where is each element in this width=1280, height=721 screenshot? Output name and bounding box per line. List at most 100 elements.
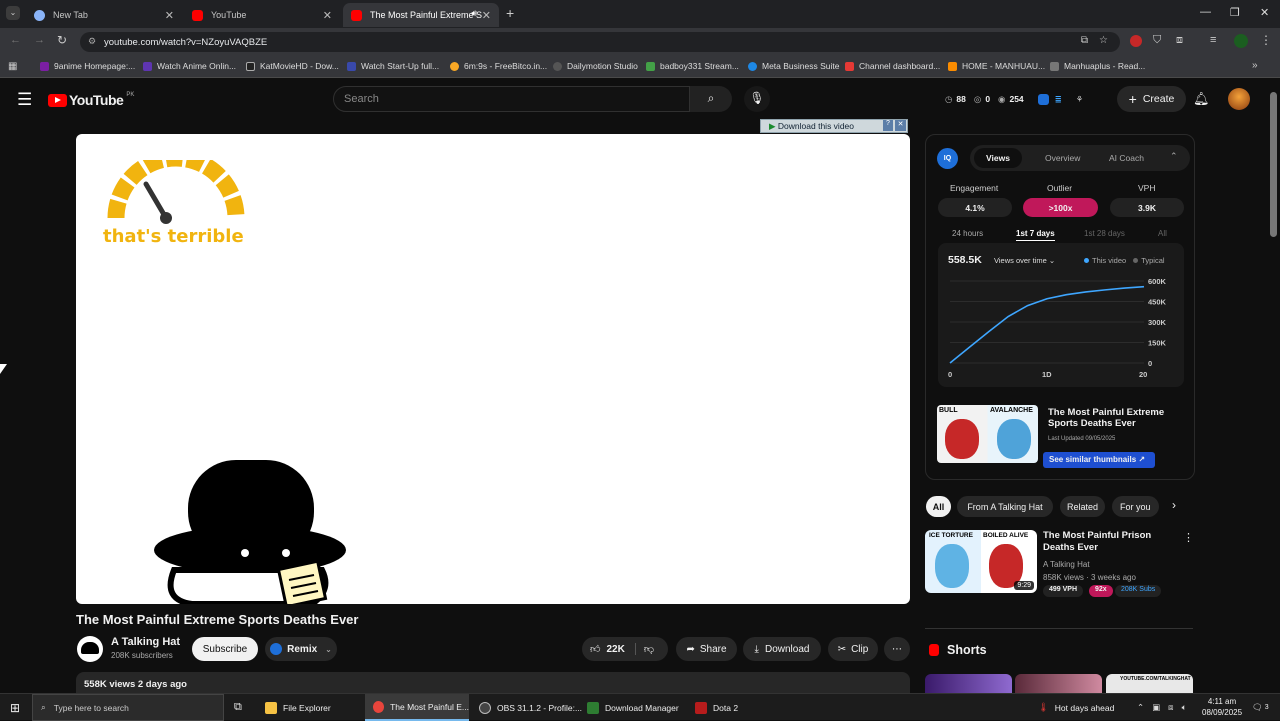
extension-icon[interactable] [1130,35,1142,47]
video-thumbnail[interactable]: BULL AVALANCHE [937,405,1038,463]
reload-icon[interactable]: ↻ [57,33,67,47]
system-tray[interactable]: ⌃ ▣ ⧈ 🔈︎ [1137,694,1187,721]
tab-youtube[interactable]: YouTube ✕ [184,3,340,27]
download-this-video-bar[interactable]: ▶ Download this video ? ✕ [760,119,908,133]
close-icon[interactable]: ✕ [482,9,491,22]
back-icon[interactable]: ← [10,34,21,46]
taskbar-search-box[interactable]: ⌕ Type here to search [32,694,224,721]
help-icon[interactable]: ? [883,120,893,131]
close-window-icon[interactable]: ✕ [1260,6,1269,19]
page-scrollbar[interactable] [1270,92,1277,237]
tab-new-tab[interactable]: New Tab ✕ [26,3,182,27]
download-button[interactable]: ⤓ Download [743,637,821,661]
recommended-channel[interactable]: A Talking Hat [1043,560,1090,569]
taskbar-app-file-explorer[interactable]: File Explorer [265,694,331,721]
bookmark-star-icon[interactable]: ☆ [1099,35,1108,46]
close-icon[interactable]: ✕ [895,120,906,131]
profile-avatar[interactable] [1234,34,1248,48]
clip-button[interactable]: ✂ Clip [828,637,878,661]
chip-all[interactable]: All [926,496,951,517]
youtube-logo[interactable]: YouTube PK [48,92,134,108]
more-actions-button[interactable]: ⋯ [884,637,910,661]
bookmark-item[interactable]: Manhuaplus - Read... [1050,61,1145,71]
close-icon[interactable]: ✕ [323,9,332,22]
url-field[interactable]: ⚙ youtube.com/watch?v=NZoyuVAQBZE ⧉ ☆ [80,32,1120,52]
notifications-bell-icon[interactable]: 🔔︎ [1193,91,1210,107]
chip-from-channel[interactable]: From A Talking Hat [957,496,1053,517]
apps-grid-icon[interactable]: ▦ [8,61,17,72]
channel-avatar[interactable] [77,636,103,662]
puzzle-icon[interactable]: ⧈ [1176,34,1183,47]
clock[interactable]: 4:11 am 08/09/2025 [1202,696,1242,718]
legend-typical: Typical [1141,256,1165,265]
restore-icon[interactable]: ❐ [1230,6,1240,19]
bookmark-item[interactable]: badboy331 Stream... [646,61,739,71]
bookmark-item[interactable]: Watch Start-Up full... [347,61,439,71]
see-similar-thumbnails-button[interactable]: See similar thumbnails ↗ [1043,452,1155,468]
new-tab-icon[interactable]: + [506,5,514,21]
range-1st-7-days[interactable]: 1st 7 days [1016,229,1055,241]
range-24-hours[interactable]: 24 hours [952,229,983,238]
minimize-icon[interactable]: — [1200,6,1211,18]
taskbar-app-dota[interactable]: Dota 2 [695,694,738,721]
recommended-thumbnail[interactable]: ICE TORTURE BOILED ALIVE 9:29 [925,530,1037,593]
y-tick-label: 150K [1148,339,1167,348]
tab-ai-coach[interactable]: AI Coach [1109,153,1144,163]
chip-related[interactable]: Related [1060,496,1105,517]
bookmark-item[interactable]: HOME - MANHUAU... [948,61,1045,71]
chip-for-you[interactable]: For you [1112,496,1159,517]
task-view-icon[interactable]: ⧉ [234,694,242,721]
forward-icon[interactable]: → [34,34,45,46]
views-over-time-dropdown[interactable]: Views over time ⌄ [994,256,1055,265]
dislike-icon[interactable]: 👎︎ [634,643,654,655]
channel-name[interactable]: A Talking Hat [111,636,180,648]
more-bookmarks-icon[interactable]: » [1252,60,1258,71]
notifications-icon[interactable]: 🗨︎ 3 [1252,694,1269,721]
cast-icon[interactable]: ⧉ [1081,35,1088,46]
taskbar-app-obs[interactable]: OBS 31.1.2 - Profile:... [479,694,582,721]
video-player[interactable]: that's terrible [76,134,910,604]
shield-icon[interactable]: ⛉ [1153,34,1161,47]
windows-start-icon[interactable]: ⊞ [10,694,20,721]
create-button[interactable]: + Create [1117,86,1186,112]
kebab-menu-icon[interactable]: ⋮ [1260,33,1272,47]
tab-search-icon[interactable]: ⌄ [6,6,20,20]
hamburger-menu-icon[interactable]: ☰ [17,90,32,110]
taskbar-app-chrome[interactable]: The Most Painful E... [365,694,469,721]
tab-video[interactable]: The Most Painful Extreme S 🔊︎ ✕ [343,3,499,27]
bookmark-item[interactable]: 6m:9s - FreeBitco.in... [450,61,547,71]
tab-overview[interactable]: Overview [1045,153,1080,163]
user-avatar[interactable] [1228,88,1250,110]
range-1st-28-days[interactable]: 1st 28 days [1084,229,1125,238]
stat-value: 0 [985,94,991,104]
chevron-down-icon: ⌄ [1048,256,1056,265]
menu-list-icon[interactable]: ≡ [1210,34,1216,46]
more-vertical-icon[interactable]: ⋮ [1183,531,1194,544]
subscribe-button[interactable]: Subscribe [192,637,258,661]
chevron-right-icon[interactable]: › [1172,498,1176,512]
voice-search-button[interactable]: 🎙︎ [744,86,770,112]
like-icon[interactable]: 👍︎ [590,643,600,655]
tab-label: YouTube [211,10,247,20]
bookmark-item[interactable]: Watch Anime Onlin... [143,61,236,71]
search-button[interactable]: ⌕ [690,86,732,112]
weather-widget[interactable]: 🌡︎ Hot days ahead [1038,694,1114,721]
bookmark-item[interactable]: KatMovieHD - Dow... [246,61,339,71]
app-label: Dota 2 [713,702,739,713]
tab-views[interactable]: Views [974,148,1022,168]
share-button[interactable]: ➦ Share [676,637,737,661]
recommended-title[interactable]: The Most Painful Prison Deaths Ever [1043,530,1178,554]
search-input[interactable]: Search [333,86,690,112]
bookmark-item[interactable]: 9anime Homepage:... [40,61,135,71]
duration-badge: 9:29 [1014,581,1034,590]
collapse-icon[interactable]: ⌃ [1170,151,1178,162]
close-icon[interactable]: ✕ [165,9,174,22]
bookmark-item[interactable]: Meta Business Suite [748,61,839,71]
range-all[interactable]: All [1158,229,1167,238]
site-info-icon[interactable]: ⚙ [88,36,96,47]
remix-button[interactable]: Remix ⌄ [265,637,337,661]
bookmark-item[interactable]: Channel dashboard... [845,61,940,71]
taskbar-app-download-manager[interactable]: Download Manager [587,694,679,721]
bookmark-item[interactable]: Dailymotion Studio [553,61,638,71]
extension-stats[interactable]: ◷ 88 ◎ 0 ◉ 254 ≣ ⚘ [945,90,1083,108]
